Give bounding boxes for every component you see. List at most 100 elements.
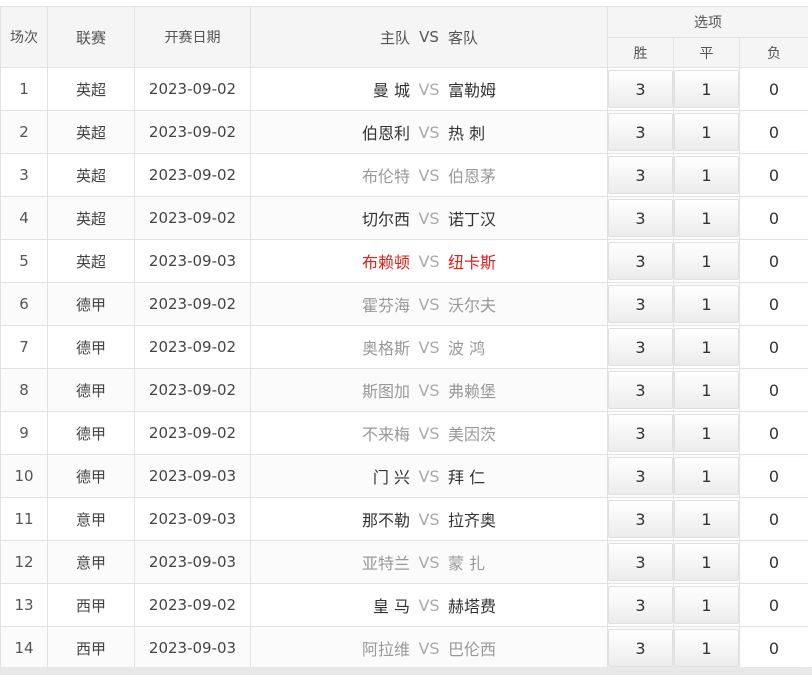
option-win-button[interactable]: 3 bbox=[608, 500, 673, 538]
vs-label: VS bbox=[418, 165, 440, 185]
home-team: 那不勒 bbox=[361, 511, 410, 530]
option-draw-button[interactable]: 1 bbox=[674, 371, 739, 409]
option-draw-button[interactable]: 1 bbox=[674, 543, 739, 581]
league-name: 意甲 bbox=[47, 540, 135, 584]
vs-label: VS bbox=[418, 79, 440, 99]
header-date: 开赛日期 bbox=[134, 6, 251, 68]
match-teams: 不来梅 VS 美因茨 bbox=[250, 411, 608, 455]
option-win-cell: 3 bbox=[607, 540, 674, 584]
match-table-panel: 场次 联赛 开赛日期 主队 VS 客队 选项 胜 平 负 1 英超 2023-0… bbox=[0, 0, 812, 675]
option-draw-button[interactable]: 1 bbox=[674, 285, 739, 323]
league-name: 意甲 bbox=[47, 497, 135, 541]
home-team: 皇 马 bbox=[372, 597, 410, 616]
table-row: 9 德甲 2023-09-02 不来梅 VS 美因茨 3 1 0 bbox=[0, 411, 810, 455]
home-team: 布伦特 bbox=[361, 167, 410, 186]
option-win-cell: 3 bbox=[607, 497, 674, 541]
vs-label: VS bbox=[418, 251, 440, 271]
match-date: 2023-09-02 bbox=[134, 110, 251, 154]
round-number: 11 bbox=[0, 497, 48, 541]
option-win-button[interactable]: 3 bbox=[608, 70, 673, 108]
option-lose-button[interactable]: 0 bbox=[740, 543, 808, 581]
option-draw-button[interactable]: 1 bbox=[674, 199, 739, 237]
vs-label: VS bbox=[418, 595, 440, 615]
option-draw-button[interactable]: 1 bbox=[674, 328, 739, 366]
home-team: 霍芬海 bbox=[361, 296, 410, 315]
option-lose-button[interactable]: 0 bbox=[740, 586, 808, 624]
match-table: 场次 联赛 开赛日期 主队 VS 客队 选项 胜 平 负 1 英超 2023-0… bbox=[0, 6, 810, 670]
match-date: 2023-09-02 bbox=[134, 411, 251, 455]
option-win-button[interactable]: 3 bbox=[608, 586, 673, 624]
option-draw-cell: 1 bbox=[673, 153, 740, 197]
table-row: 12 意甲 2023-09-03 亚特兰 VS 蒙 扎 3 1 0 bbox=[0, 540, 810, 584]
option-win-button[interactable]: 3 bbox=[608, 242, 673, 280]
away-team: 诺丁汉 bbox=[448, 210, 497, 229]
league-name: 英超 bbox=[47, 67, 135, 111]
option-win-cell: 3 bbox=[607, 325, 674, 369]
option-win-button[interactable]: 3 bbox=[608, 414, 673, 452]
option-lose-button[interactable]: 0 bbox=[740, 113, 808, 151]
table-row: 6 德甲 2023-09-02 霍芬海 VS 沃尔夫 3 1 0 bbox=[0, 282, 810, 326]
option-draw-button[interactable]: 1 bbox=[674, 70, 739, 108]
option-win-cell: 3 bbox=[607, 67, 674, 111]
table-row: 5 英超 2023-09-03 布赖顿 VS 纽卡斯 3 1 0 bbox=[0, 239, 810, 283]
home-team: 布赖顿 bbox=[361, 253, 410, 272]
option-lose-cell: 0 bbox=[738, 540, 810, 584]
option-win-button[interactable]: 3 bbox=[608, 457, 673, 495]
option-draw-button[interactable]: 1 bbox=[674, 113, 739, 151]
option-draw-button[interactable]: 1 bbox=[674, 586, 739, 624]
option-lose-button[interactable]: 0 bbox=[740, 156, 808, 194]
match-rows: 1 英超 2023-09-02 曼 城 VS 富勒姆 3 1 0 2 英超 20… bbox=[0, 67, 810, 670]
option-draw-button[interactable]: 1 bbox=[674, 457, 739, 495]
option-lose-button[interactable]: 0 bbox=[740, 242, 808, 280]
match-teams: 皇 马 VS 赫塔费 bbox=[250, 583, 608, 627]
away-team: 沃尔夫 bbox=[448, 296, 497, 315]
match-teams: 布赖顿 VS 纽卡斯 bbox=[250, 239, 608, 283]
option-lose-button[interactable]: 0 bbox=[740, 199, 808, 237]
option-win-button[interactable]: 3 bbox=[608, 629, 673, 667]
header-home: 主队 bbox=[379, 28, 410, 47]
option-win-button[interactable]: 3 bbox=[608, 156, 673, 194]
option-win-button[interactable]: 3 bbox=[608, 285, 673, 323]
away-team: 巴伦西 bbox=[448, 640, 497, 659]
option-win-cell: 3 bbox=[607, 368, 674, 412]
option-win-cell: 3 bbox=[607, 583, 674, 627]
option-win-button[interactable]: 3 bbox=[608, 543, 673, 581]
match-teams: 奥格斯 VS 波 鸿 bbox=[250, 325, 608, 369]
option-draw-button[interactable]: 1 bbox=[674, 414, 739, 452]
match-teams: 霍芬海 VS 沃尔夫 bbox=[250, 282, 608, 326]
option-lose-button[interactable]: 0 bbox=[740, 371, 808, 409]
vs-label: VS bbox=[418, 638, 440, 658]
round-number: 10 bbox=[0, 454, 48, 498]
option-draw-button[interactable]: 1 bbox=[674, 629, 739, 667]
option-draw-button[interactable]: 1 bbox=[674, 500, 739, 538]
match-date: 2023-09-02 bbox=[134, 153, 251, 197]
option-win-button[interactable]: 3 bbox=[608, 113, 673, 151]
match-date: 2023-09-02 bbox=[134, 196, 251, 240]
away-team: 蒙 扎 bbox=[448, 554, 486, 573]
header-opt-win: 胜 bbox=[607, 37, 674, 68]
match-date: 2023-09-03 bbox=[134, 540, 251, 584]
option-draw-button[interactable]: 1 bbox=[674, 156, 739, 194]
option-lose-button[interactable]: 0 bbox=[740, 457, 808, 495]
option-lose-button[interactable]: 0 bbox=[740, 500, 808, 538]
match-teams: 阿拉维 VS 巴伦西 bbox=[250, 626, 608, 670]
option-lose-button[interactable]: 0 bbox=[740, 285, 808, 323]
match-teams: 布伦特 VS 伯恩茅 bbox=[250, 153, 608, 197]
option-lose-button[interactable]: 0 bbox=[740, 70, 808, 108]
option-win-button[interactable]: 3 bbox=[608, 328, 673, 366]
option-lose-button[interactable]: 0 bbox=[740, 629, 808, 667]
option-draw-button[interactable]: 1 bbox=[674, 242, 739, 280]
option-draw-cell: 1 bbox=[673, 626, 740, 670]
header-round: 场次 bbox=[0, 6, 48, 68]
league-name: 英超 bbox=[47, 239, 135, 283]
away-team: 纽卡斯 bbox=[448, 253, 497, 272]
league-name: 德甲 bbox=[47, 411, 135, 455]
table-row: 13 西甲 2023-09-02 皇 马 VS 赫塔费 3 1 0 bbox=[0, 583, 810, 627]
option-lose-button[interactable]: 0 bbox=[740, 414, 808, 452]
home-team: 阿拉维 bbox=[361, 640, 410, 659]
match-teams: 那不勒 VS 拉齐奥 bbox=[250, 497, 608, 541]
table-row: 10 德甲 2023-09-03 门 兴 VS 拜 仁 3 1 0 bbox=[0, 454, 810, 498]
option-win-button[interactable]: 3 bbox=[608, 199, 673, 237]
option-lose-button[interactable]: 0 bbox=[740, 328, 808, 366]
option-win-button[interactable]: 3 bbox=[608, 371, 673, 409]
